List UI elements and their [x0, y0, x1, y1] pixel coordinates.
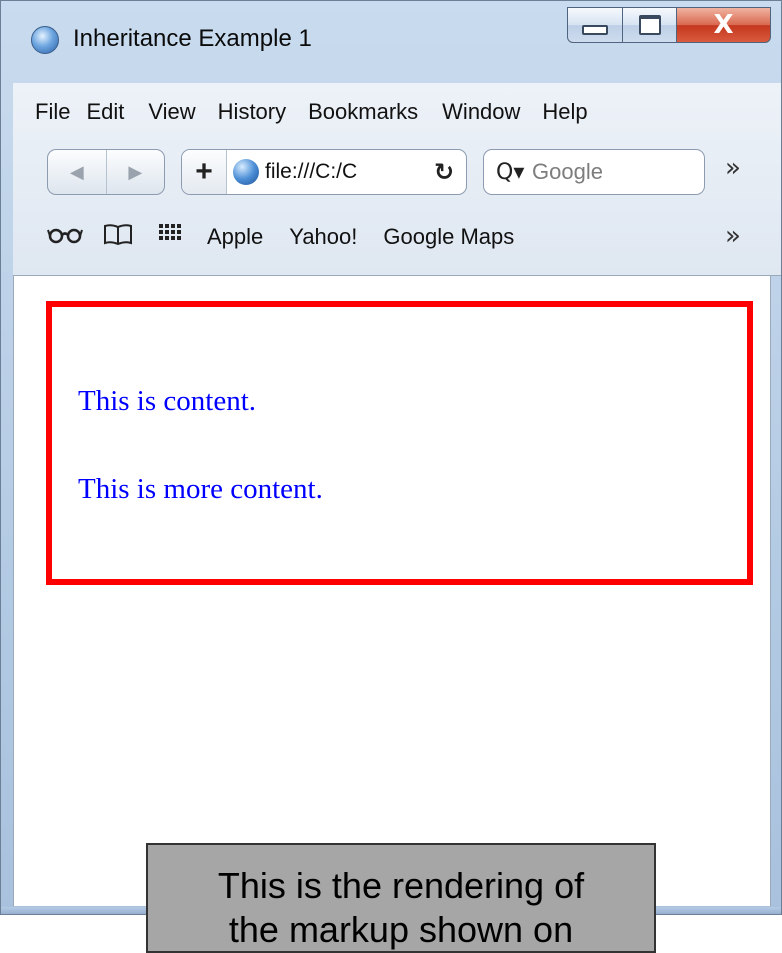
address-bar[interactable]: + file:///C:/C ↻ [181, 149, 467, 195]
globe-icon [233, 159, 259, 185]
caption-callout: This is the rendering of the markup show… [146, 843, 656, 953]
url-text[interactable]: file:///C:/C [265, 160, 427, 184]
bookmark-google-maps[interactable]: Google Maps [383, 224, 514, 250]
content-paragraph: This is content. [78, 385, 257, 417]
menu-window[interactable]: Window [442, 99, 520, 125]
page-viewport: This is content. This is more content. [13, 276, 771, 906]
menu-bookmarks[interactable]: Bookmarks [308, 99, 418, 125]
more-content-paragraph: This is more content. [78, 473, 323, 505]
back-button[interactable]: ◀ [48, 150, 107, 194]
bookmark-apple[interactable]: Apple [207, 224, 263, 250]
menu-bar: File Edit View History Bookmarks Window … [13, 83, 588, 141]
maximize-button[interactable] [623, 7, 677, 43]
close-button[interactable]: X [677, 7, 771, 43]
caption-line-2: the markup shown on [228, 909, 574, 950]
toolbar-overflow-chevron[interactable]: » [725, 153, 741, 183]
add-bookmark-button[interactable]: + [182, 150, 227, 194]
search-input[interactable] [530, 158, 684, 186]
search-box[interactable]: Q▾ [483, 149, 705, 195]
search-icon[interactable]: Q▾ [496, 160, 530, 185]
navigation-toolbar: ◀ ▶ + file:///C:/C ↻ Q▾ » [13, 143, 781, 205]
menu-history[interactable]: History [218, 99, 286, 125]
back-forward-group: ◀ ▶ [47, 149, 165, 195]
minimize-icon [582, 25, 608, 35]
reload-button[interactable]: ↻ [427, 158, 461, 186]
grid-icon[interactable] [159, 224, 183, 250]
safari-app-icon [31, 26, 59, 54]
bookmarks-bar: Apple Yahoo! Google Maps » [13, 209, 781, 265]
close-icon: X [713, 10, 734, 40]
minimize-button[interactable] [567, 7, 623, 43]
book-icon[interactable] [103, 223, 133, 251]
caption-line-1: This is the rendering of [217, 865, 585, 906]
menu-view[interactable]: View [148, 99, 195, 125]
bookmarks-overflow-chevron[interactable]: » [725, 221, 741, 251]
window-title: Inheritance Example 1 [73, 25, 312, 52]
browser-window: Inheritance Example 1 X File Edit View H… [0, 0, 782, 915]
glasses-icon[interactable] [47, 224, 83, 250]
red-bordered-box: This is content. This is more content. [46, 301, 753, 585]
window-controls: X [567, 7, 771, 43]
title-bar[interactable]: Inheritance Example 1 X [1, 1, 781, 81]
menu-edit[interactable]: Edit [86, 99, 124, 125]
bookmark-yahoo[interactable]: Yahoo! [289, 224, 357, 250]
maximize-icon [638, 15, 661, 35]
menu-help[interactable]: Help [542, 99, 587, 125]
browser-chrome: File Edit View History Bookmarks Window … [13, 83, 781, 276]
menu-file[interactable]: File [35, 99, 70, 125]
forward-button[interactable]: ▶ [107, 150, 165, 194]
